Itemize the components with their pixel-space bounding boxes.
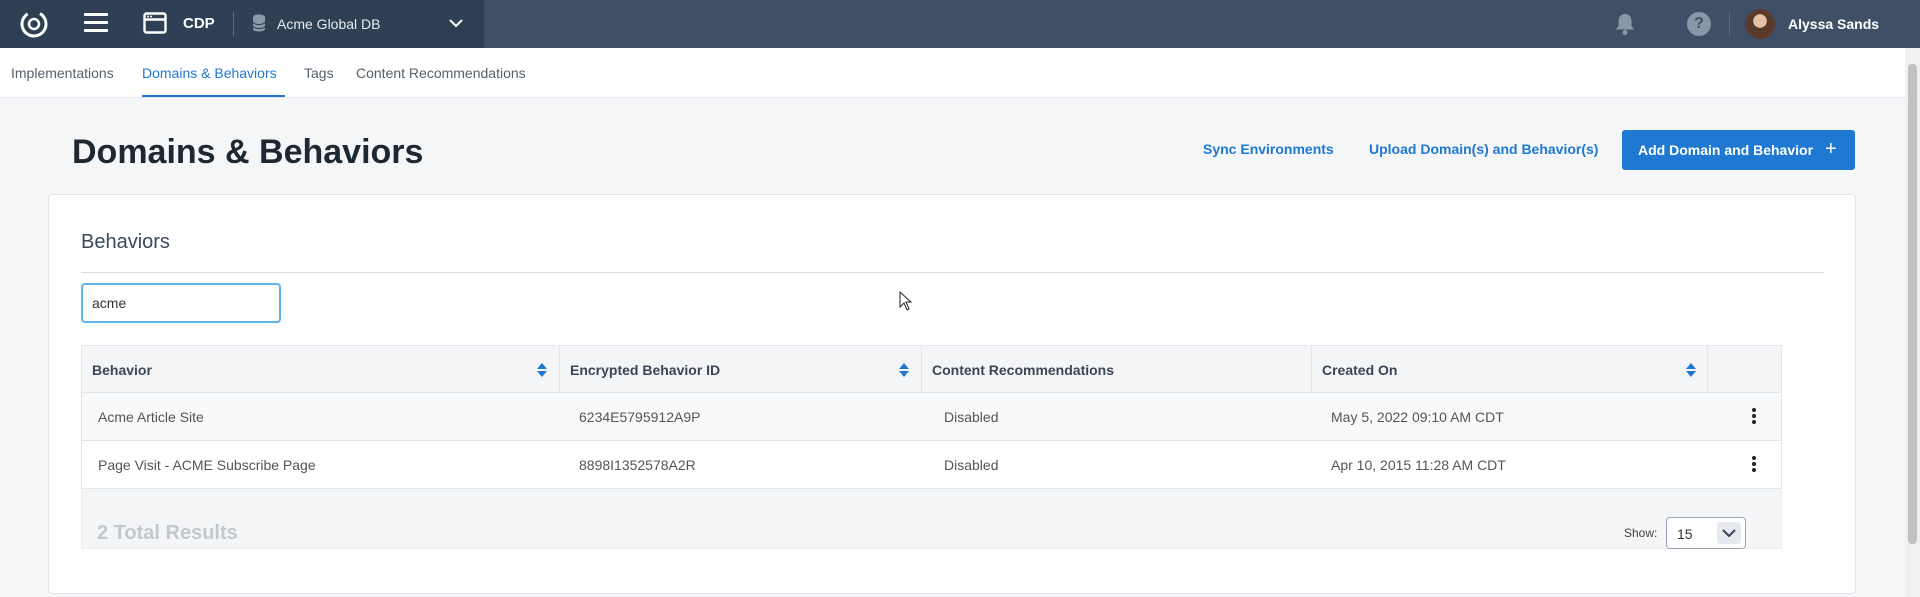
top-bar: CDP Acme Global DB ? Alyssa Sands — [0, 0, 1920, 48]
created-on-cell: May 5, 2022 09:10 AM CDT — [1331, 409, 1504, 425]
encrypted-id-cell: 8898I1352578A2R — [579, 457, 696, 473]
total-results: 2 Total Results — [97, 522, 238, 544]
encrypted-id-cell: 6234E5795912A9P — [579, 409, 701, 425]
bell-icon[interactable] — [1614, 12, 1636, 36]
sort-icon[interactable] — [1686, 363, 1696, 377]
divider — [81, 272, 1824, 273]
sort-icon[interactable] — [537, 363, 547, 377]
tab-implementations[interactable]: Implementations — [11, 65, 114, 81]
database-icon — [252, 14, 266, 32]
chevron-down-icon[interactable] — [1717, 522, 1741, 544]
active-tab-indicator — [142, 95, 285, 97]
behaviors-table: Behavior Encrypted Behavior ID Content R… — [81, 345, 1782, 549]
page-size-select[interactable]: 15 — [1666, 517, 1746, 549]
content-recommendations-cell: Disabled — [944, 409, 999, 425]
behaviors-card: Behaviors Behavior Encrypted Behavior ID… — [48, 194, 1856, 594]
page-size-label: Show: — [1624, 526, 1658, 540]
column-header-behavior[interactable]: Behavior — [82, 346, 560, 393]
user-name[interactable]: Alyssa Sands — [1788, 16, 1879, 32]
card-title: Behaviors — [81, 231, 170, 253]
chevron-down-icon[interactable] — [448, 17, 464, 29]
column-header-label: Behavior — [92, 362, 152, 378]
table-row[interactable]: Acme Article Site 6234E5795912A9P Disabl… — [81, 393, 1782, 441]
column-header-label: Encrypted Behavior ID — [570, 362, 721, 378]
more-options-icon[interactable] — [1744, 455, 1764, 475]
tab-domains-behaviors[interactable]: Domains & Behaviors — [142, 65, 277, 81]
page-title: Domains & Behaviors — [72, 133, 424, 171]
sort-icon[interactable] — [899, 363, 909, 377]
column-header-encrypted-id[interactable]: Encrypted Behavior ID — [560, 346, 922, 393]
tab-content-recommendations[interactable]: Content Recommendations — [356, 65, 526, 81]
search-input[interactable] — [81, 283, 281, 323]
more-options-icon[interactable] — [1744, 407, 1764, 427]
content-recommendations-cell: Disabled — [944, 457, 999, 473]
created-on-cell: Apr 10, 2015 11:28 AM CDT — [1331, 457, 1506, 473]
divider — [1729, 12, 1730, 36]
sub-navigation: Implementations Domains & Behaviors Tags… — [0, 48, 1905, 98]
add-domain-behavior-label: Add Domain and Behavior — [1638, 142, 1814, 158]
sync-environments-button[interactable]: Sync Environments — [1203, 141, 1334, 157]
top-bar-left-panel — [0, 0, 484, 48]
table-footer: 2 Total Results Show: 15 — [81, 489, 1782, 549]
column-header-label: Content Recommendations — [932, 362, 1115, 378]
table-body: Acme Article Site 6234E5795912A9P Disabl… — [81, 393, 1782, 489]
column-header-content-recommendations: Content Recommendations — [922, 346, 1312, 393]
column-header-label: Created On — [1322, 362, 1398, 378]
page-size-value: 15 — [1677, 526, 1693, 542]
scrollbar-thumb[interactable] — [1908, 64, 1917, 544]
divider — [233, 12, 234, 36]
menu-icon[interactable] — [84, 13, 108, 35]
column-header-created-on[interactable]: Created On — [1312, 346, 1708, 393]
table-header: Behavior Encrypted Behavior ID Content R… — [81, 345, 1782, 393]
mouse-cursor-icon — [899, 291, 913, 311]
logo-icon[interactable] — [19, 9, 49, 39]
database-selector[interactable]: Acme Global DB — [277, 16, 380, 32]
behavior-cell: Page Visit - ACME Subscribe Page — [98, 457, 316, 473]
upload-domains-button[interactable]: Upload Domain(s) and Behavior(s) — [1369, 141, 1598, 157]
table-row[interactable]: Page Visit - ACME Subscribe Page 8898I13… — [81, 441, 1782, 489]
avatar[interactable] — [1745, 9, 1775, 39]
page-scrollbar[interactable] — [1905, 48, 1920, 597]
browser-window-icon — [143, 12, 167, 34]
help-icon[interactable]: ? — [1687, 12, 1711, 36]
app-name[interactable]: CDP — [183, 15, 215, 32]
add-domain-behavior-button[interactable]: Add Domain and Behavior + — [1622, 130, 1855, 170]
tab-tags[interactable]: Tags — [304, 65, 334, 81]
plus-icon: + — [1825, 138, 1837, 160]
behavior-cell: Acme Article Site — [98, 409, 204, 425]
